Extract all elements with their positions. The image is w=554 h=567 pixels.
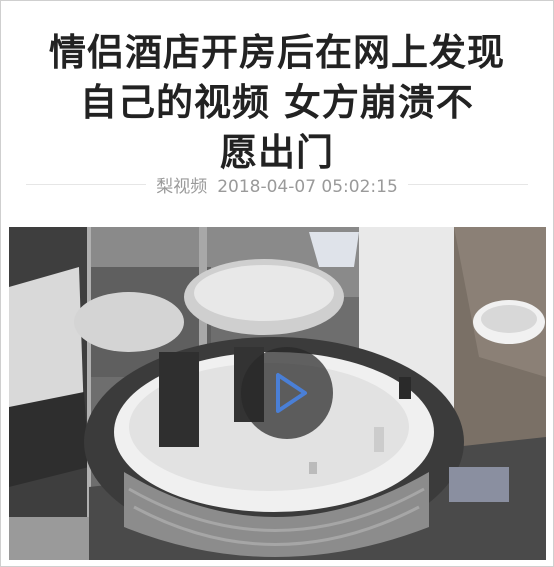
divider <box>407 183 528 185</box>
headline-line: 自己的视频 女方崩溃不 <box>80 80 474 124</box>
video-player[interactable] <box>9 227 546 560</box>
headline-line: 情侣酒店开房后在网上发现 <box>49 30 505 74</box>
divider <box>26 183 147 185</box>
article-headline: 情侣酒店开房后在网上发现 自己的视频 女方崩溃不 愿出门 <box>21 28 533 178</box>
meta-text: 梨视频 2018-04-07 05:02:15 <box>146 172 408 197</box>
play-icon <box>276 373 307 413</box>
play-button[interactable] <box>241 347 333 439</box>
source-name[interactable]: 梨视频 <box>156 177 207 197</box>
article-meta: 梨视频 2018-04-07 05:02:15 <box>1 171 553 197</box>
publish-time: 2018-04-07 05:02:15 <box>217 176 398 197</box>
article-card: 情侣酒店开房后在网上发现 自己的视频 女方崩溃不 愿出门 梨视频 2018-04-… <box>0 0 554 567</box>
